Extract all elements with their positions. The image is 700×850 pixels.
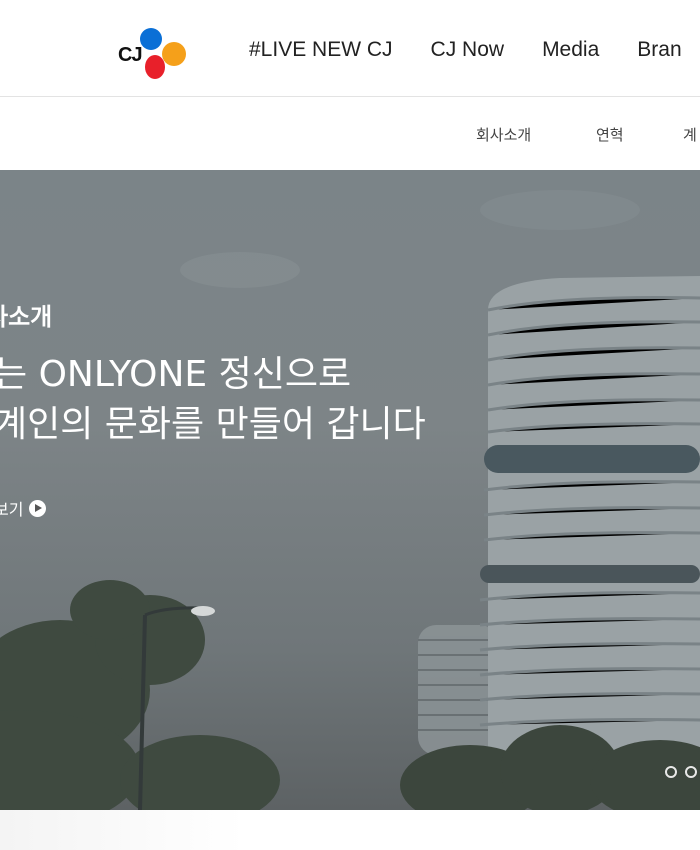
next-section-band: [0, 810, 700, 850]
hero-more-label: 보기: [0, 500, 24, 519]
play-circle-icon: [29, 499, 47, 517]
slide-pagination: [665, 763, 700, 782]
logo-symbol-icon: [140, 28, 186, 79]
nav-brand[interactable]: Bran: [637, 38, 681, 62]
subnav-item-more[interactable]: 계: [683, 124, 697, 145]
sub-nav: 회사소개 연혁 계: [0, 98, 700, 170]
subnav-item-history[interactable]: 연혁: [596, 124, 624, 145]
hero-more-link[interactable]: 보기: [0, 496, 47, 520]
hero-background-image: [0, 190, 700, 810]
global-nav: #LIVE NEW CJ CJ Now Media Bran: [249, 38, 700, 62]
cj-logo[interactable]: CJ: [118, 26, 188, 82]
hero-eyebrow: 사소개: [0, 303, 53, 331]
slide-dot[interactable]: [665, 766, 677, 778]
site-header: CJ #LIVE NEW CJ CJ Now Media Bran: [0, 0, 700, 97]
nav-cj-now[interactable]: CJ Now: [431, 38, 505, 62]
hero-banner: 사소개 는 ONLYONE 정신으로 계인의 문화를 만들어 갑니다 보기: [0, 170, 700, 810]
hero-title-line-2: 계인의 문화를 만들어 갑니다: [0, 404, 426, 445]
hero-title-line-1: 는 ONLYONE 정신으로: [0, 354, 352, 395]
subnav-item-company[interactable]: 회사소개: [476, 124, 531, 145]
nav-live-new-cj[interactable]: #LIVE NEW CJ: [249, 38, 393, 62]
hero-title: 는 ONLYONE 정신으로 계인의 문화를 만들어 갑니다: [0, 350, 426, 450]
nav-media[interactable]: Media: [542, 38, 599, 62]
slide-dot[interactable]: [685, 766, 697, 778]
